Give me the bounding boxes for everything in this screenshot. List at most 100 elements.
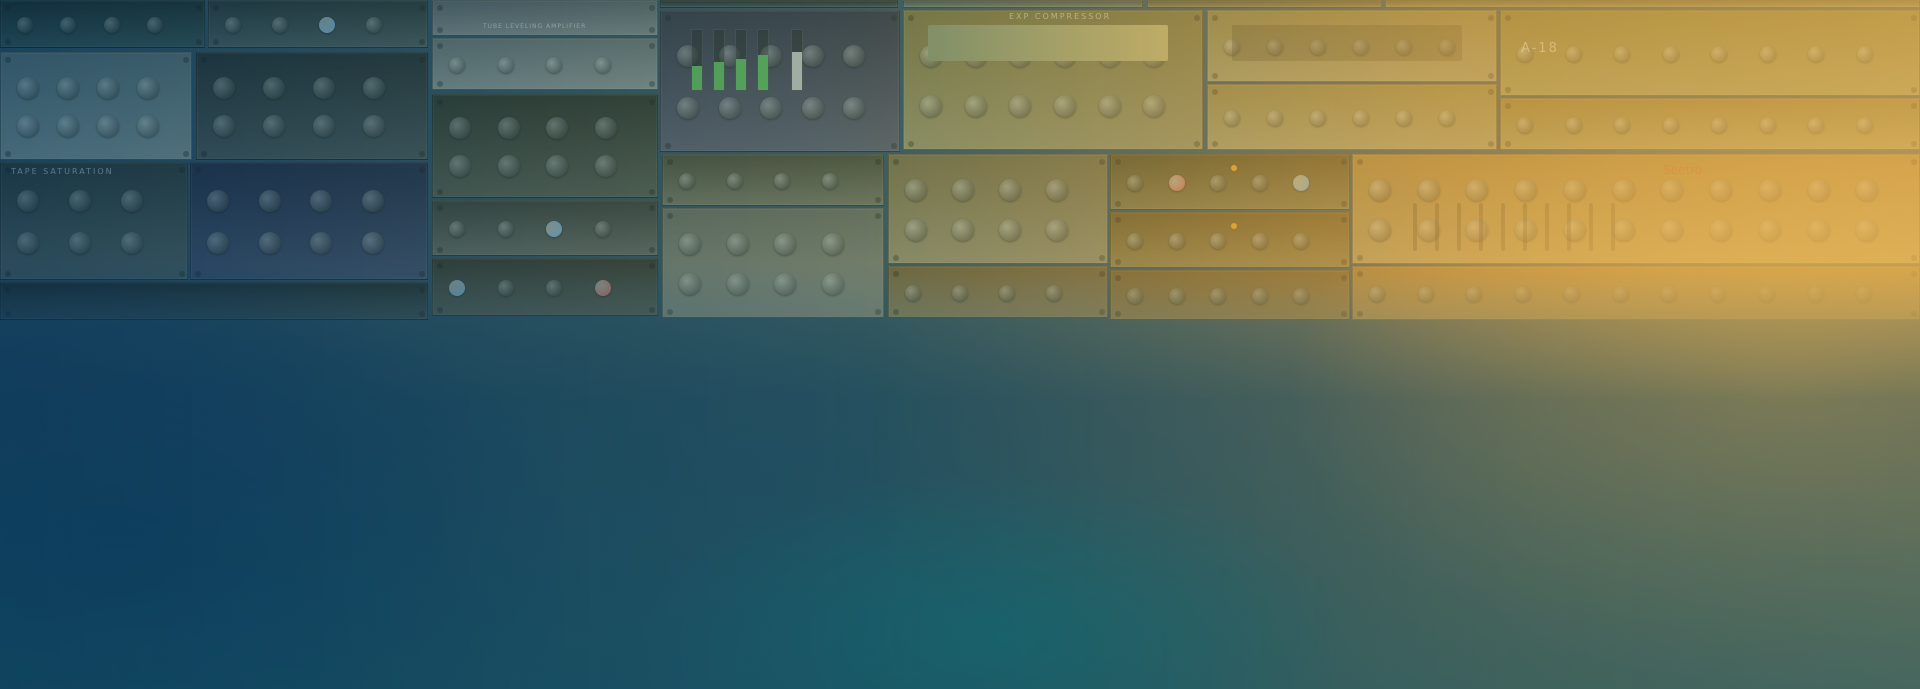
rack-screw [419,167,425,173]
rack-screw [1911,311,1917,317]
fader-slot [1567,203,1571,251]
rack-screw [1911,15,1917,21]
knob-icon [905,285,921,301]
knob-icon [1856,117,1873,133]
rack-screw [213,5,219,11]
rack-screw [1341,275,1347,281]
fader-slot [1435,203,1439,251]
knob-icon [726,233,749,256]
knob-icon [821,173,838,189]
knob-icon [1563,286,1580,302]
level-meter [735,29,747,91]
rack-screw [183,151,189,157]
knob-icon [1310,110,1326,126]
knob-icon [801,96,824,119]
plugin-label: Seetro [1663,163,1703,177]
knob-icon [594,117,617,140]
rack-screw [1115,201,1121,207]
rack-screw [667,309,673,315]
level-meter [691,29,703,91]
knob-icon [1758,218,1781,241]
knob-icon [1009,95,1032,118]
rack-screw [665,143,671,149]
knob-icon [1614,46,1630,62]
knob-icon [1251,288,1268,304]
rack-screw [1357,271,1363,277]
knob-icon [60,17,77,33]
plugin-label: TAPE SATURATION [11,167,114,176]
knob-icon [1210,288,1227,304]
rack-screw [875,213,881,219]
fader-slot [1589,203,1593,251]
knob-icon [999,179,1021,202]
amber-eq-panel [1110,154,1350,210]
rack-screw [875,309,881,315]
knob-icon [1856,46,1873,62]
rack-screw [649,307,655,313]
rack-screw [891,143,897,149]
knob-icon [1417,286,1434,302]
rack-screw [5,57,11,63]
knob-icon [1127,175,1143,191]
rack-screw [1505,141,1511,147]
rack-screw [196,5,202,11]
knob-icon [1293,175,1310,191]
knob-icon [363,76,385,99]
knob-icon [97,76,119,99]
knob-icon [964,95,987,118]
ab-panel: A-18 [1500,10,1920,96]
knob-icon [1807,179,1830,202]
knob-icon [1396,110,1412,126]
channel-strip-panel [888,154,1108,264]
rack-screw [1341,159,1347,165]
rack-screw [1505,15,1511,21]
rack-screw [1505,87,1511,93]
knob-icon [1612,179,1635,202]
knob-icon [449,221,465,237]
knob-icon [1293,233,1310,249]
level-meter [713,29,725,91]
rack-screw [5,311,11,317]
knob-icon [952,179,974,202]
vu-comp-panel [1110,212,1350,268]
knob-icon [1662,46,1679,62]
knob-icon [1127,233,1143,249]
thin-rack-panel [1385,0,1920,8]
rack-screw [1115,275,1121,281]
rack-screw [196,39,202,45]
rack-screw [437,247,443,253]
rack-screw [437,307,443,313]
rack-screw [419,271,425,277]
rack-screw [419,311,425,317]
plugin-label: EXP COMPRESSOR [1009,12,1112,21]
knob-icon [497,280,514,296]
rack-screw [1099,271,1105,277]
knob-icon [1046,179,1068,202]
knob-icon [263,76,285,99]
rack-screw [183,57,189,63]
knob-icon [905,179,927,202]
knob-icon [449,154,471,177]
knob-icon [207,232,229,255]
knob-icon [258,232,281,255]
knob-icon [1098,95,1121,118]
knob-icon [361,232,384,255]
knob-icon [546,57,562,73]
knob-icon [1054,95,1076,118]
knob-icon [1251,175,1268,191]
rack-screw [875,197,881,203]
knob-icon [774,233,796,256]
rack-screw [1505,103,1511,109]
knob-icon [449,280,465,296]
rack-screw [437,205,443,211]
knob-icon [207,189,229,212]
knob-icon [137,76,159,99]
rack-screw [437,81,443,87]
knob-icon [843,96,866,119]
rack-screw [195,167,201,173]
knob-icon [1417,179,1440,202]
rack-screw [1488,89,1494,95]
knob-icon [843,45,866,68]
knob-icon [1661,218,1684,241]
knob-icon [310,232,332,255]
